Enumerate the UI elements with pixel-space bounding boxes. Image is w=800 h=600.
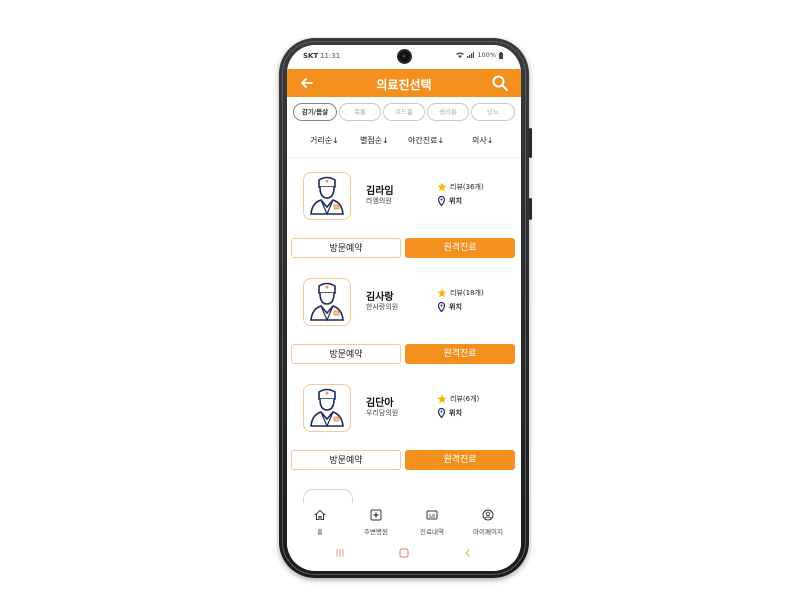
clock: 11:31 [320,52,341,60]
doctor-avatar [303,384,351,432]
search-icon[interactable] [491,74,509,92]
sort-rating[interactable]: 별점순↓ [360,135,389,146]
location-pin-icon [438,302,445,312]
clinic-name: 우리담의원 [366,409,399,417]
app-header: 의료진선택 [287,69,521,97]
bottom-navigation: 홈 주변병원 진료내역 마이페이지 [287,503,521,547]
doctor-name: 김사랑 [366,292,394,303]
sort-bar: 거리순↓ 별점순↓ 야간진료↓ 의사↓ [287,135,521,149]
recent-apps-icon[interactable] [335,548,345,558]
nav-home-label: 홈 [317,528,323,536]
status-bar: SKT 11:31 100% [287,45,521,67]
location-pin-icon [438,196,445,206]
review-label: 리뷰(18개) [450,289,484,297]
star-icon [437,394,447,404]
location-label: 위치 [449,409,462,417]
home-icon [314,509,326,520]
filter-chip-acne[interactable]: 여드름 [383,103,425,121]
location-label: 위치 [449,197,462,205]
nav-history-label: 진료내역 [420,528,444,536]
nav-home[interactable]: 홈 [295,509,345,536]
review-count[interactable]: 리뷰(6개) [437,394,479,404]
nav-nearby-hospital-label: 주변병원 [364,528,388,536]
history-icon [426,510,438,520]
doctor-name: 김라임 [366,186,394,197]
page-title: 의료진선택 [376,78,432,92]
sort-doctor[interactable]: 의사↓ [472,135,493,146]
next-card-peek [303,489,353,504]
doctor-avatar [303,172,351,220]
filter-chip-cold[interactable]: 감기/몸살 [293,103,337,121]
doctor-icon [310,388,344,428]
location-pin-icon [438,408,445,418]
doctor-card: 김단아 우리담의원 리뷰(6개) 위치 방문예약 원격진료 [287,384,521,492]
visit-reservation-button[interactable]: 방문예약 [291,344,401,364]
battery-percent: 100% [477,51,496,59]
review-label: 리뷰(36개) [450,183,484,191]
nav-history[interactable]: 진료내역 [407,509,457,536]
remote-consultation-button[interactable]: 원격진료 [405,344,515,364]
filter-chip-diabetes[interactable]: 당뇨 [471,103,515,121]
sort-night-care[interactable]: 야간진료↓ [408,135,444,146]
divider [287,157,521,158]
filter-chip-stomachache[interactable]: 복통 [339,103,381,121]
volume-button [529,128,532,158]
home-button-icon[interactable] [399,548,409,558]
remote-consultation-button[interactable]: 원격진료 [405,450,515,470]
location-link[interactable]: 위치 [438,196,462,206]
phone-screen: SKT 11:31 100% 의료진선택 감기/몸살 복통 여드름 생리통 당뇨… [287,45,521,571]
star-icon [437,288,447,298]
location-link[interactable]: 위치 [438,408,462,418]
location-label: 위치 [449,303,462,311]
user-icon [482,509,494,521]
sort-distance[interactable]: 거리순↓ [310,135,339,146]
doctor-name: 김단아 [366,398,394,409]
doctor-card: 김사랑 한사랑의원 리뷰(18개) 위치 방문예약 원격진료 [287,278,521,386]
carrier-label: SKT [303,52,319,60]
review-label: 리뷰(6개) [450,395,480,403]
system-nav-bar [287,545,521,565]
hospital-icon [370,509,382,521]
signal-icon [467,52,475,58]
visit-reservation-button[interactable]: 방문예약 [291,238,401,258]
visit-reservation-button[interactable]: 방문예약 [291,450,401,470]
filter-chip-period-pain[interactable]: 생리통 [427,103,469,121]
review-count[interactable]: 리뷰(18개) [437,288,484,298]
clinic-name: 한사랑의원 [366,303,399,311]
battery-icon [499,51,503,59]
power-button [529,198,532,220]
location-link[interactable]: 위치 [438,302,462,312]
doctor-icon [310,176,344,216]
nav-nearby-hospital[interactable]: 주변병원 [351,509,401,536]
review-count[interactable]: 리뷰(36개) [437,182,484,192]
clinic-name: 라엠의원 [366,197,392,205]
remote-consultation-button[interactable]: 원격진료 [405,238,515,258]
nav-mypage-label: 마이페이지 [473,528,503,536]
doctor-card: 김라임 라엠의원 리뷰(36개) 위치 방문예약 원격진료 [287,172,521,280]
filter-chips: 감기/몸살 복통 여드름 생리통 당뇨 [293,103,517,121]
nav-mypage[interactable]: 마이페이지 [463,509,513,536]
doctor-avatar [303,278,351,326]
star-icon [437,182,447,192]
back-button-icon[interactable] [463,548,473,558]
wifi-icon [456,52,465,58]
doctor-icon [310,282,344,322]
